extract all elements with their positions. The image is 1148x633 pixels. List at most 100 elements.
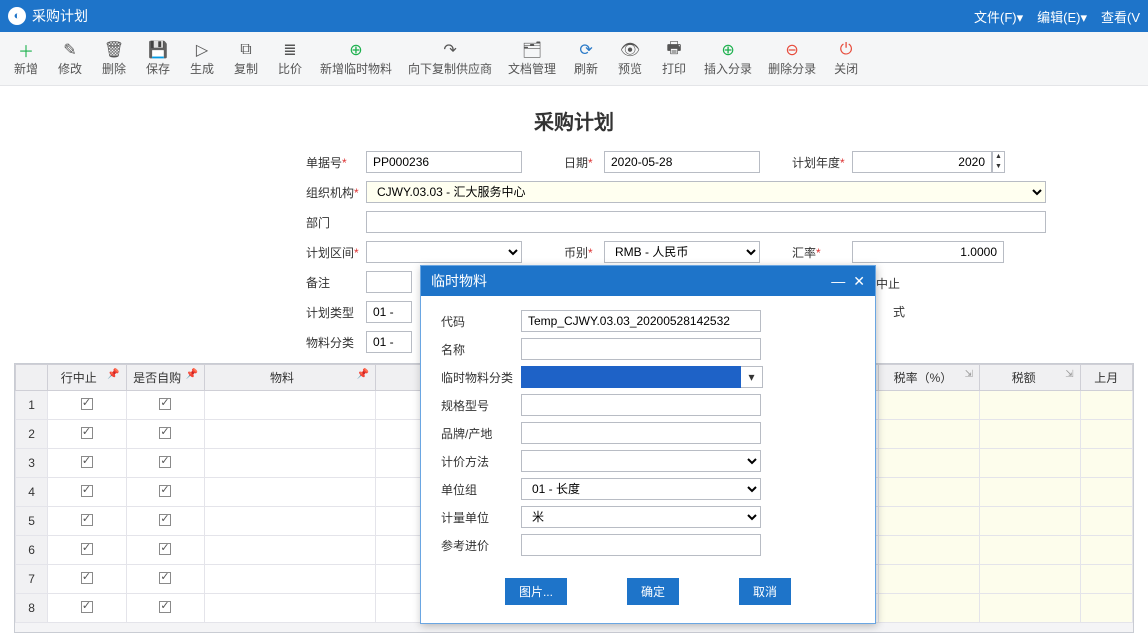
selfbuy-cell[interactable] <box>126 478 204 507</box>
col-material[interactable]: 物料📌 <box>205 365 376 391</box>
taxamt-cell[interactable] <box>979 507 1080 536</box>
col-lastmonth[interactable]: 上月 <box>1080 365 1132 391</box>
dropdown-icon[interactable]: ▾ <box>741 366 763 388</box>
doc-mgmt-button[interactable]: 🗂文档管理 <box>502 36 562 81</box>
generate-button[interactable]: ▷生成 <box>182 36 222 81</box>
copy-button[interactable]: ⧉复制 <box>226 36 266 81</box>
insert-row-button[interactable]: ⊕插入分录 <box>698 36 758 81</box>
taxamt-cell[interactable] <box>979 391 1080 420</box>
col-selfbuy[interactable]: 是否自购📌 <box>126 365 204 391</box>
refprice-input[interactable] <box>521 534 761 556</box>
menu-file[interactable]: 文件(F)▾ <box>974 7 1023 26</box>
matclass-input[interactable] <box>366 331 412 353</box>
selfbuy-cell[interactable] <box>126 391 204 420</box>
spec-input[interactable] <box>521 394 761 416</box>
lastmonth-cell[interactable] <box>1080 391 1132 420</box>
rate-input[interactable] <box>852 241 1004 263</box>
material-cell[interactable] <box>205 565 376 594</box>
rowstop-cell[interactable] <box>48 420 126 449</box>
taxamt-cell[interactable] <box>979 478 1080 507</box>
close-button[interactable]: ⏻关闭 <box>826 36 866 81</box>
code-input[interactable] <box>521 310 761 332</box>
modify-button[interactable]: ✎修改 <box>50 36 90 81</box>
valuation-select[interactable] <box>521 450 761 472</box>
rowstop-cell[interactable] <box>48 565 126 594</box>
dialog-title-bar[interactable]: 临时物料 — ✕ <box>421 266 875 296</box>
org-select[interactable]: CJWY.03.03 - 汇大服务中心 <box>366 181 1046 203</box>
lastmonth-cell[interactable] <box>1080 565 1132 594</box>
menu-view[interactable]: 查看(V <box>1101 7 1140 26</box>
delete-row-button[interactable]: ⊖删除分录 <box>762 36 822 81</box>
material-cell[interactable] <box>205 594 376 623</box>
unit-select[interactable]: 米 <box>521 506 761 528</box>
taxrate-cell[interactable] <box>879 420 980 449</box>
lastmonth-cell[interactable] <box>1080 507 1132 536</box>
selfbuy-cell[interactable] <box>126 536 204 565</box>
remark-input[interactable] <box>366 271 412 293</box>
material-cell[interactable] <box>205 478 376 507</box>
tempclass-input[interactable] <box>521 366 741 388</box>
col-taxrate[interactable]: 税率（%）⇲ <box>879 365 980 391</box>
selfbuy-cell[interactable] <box>126 420 204 449</box>
rowstop-cell[interactable] <box>48 478 126 507</box>
taxamt-cell[interactable] <box>979 536 1080 565</box>
lastmonth-cell[interactable] <box>1080 536 1132 565</box>
ok-button[interactable]: 确定 <box>627 578 679 605</box>
rowstop-cell[interactable] <box>48 449 126 478</box>
lastmonth-cell[interactable] <box>1080 478 1132 507</box>
selfbuy-cell[interactable] <box>126 449 204 478</box>
save-button[interactable]: 💾保存 <box>138 36 178 81</box>
taxrate-cell[interactable] <box>879 565 980 594</box>
menu-edit[interactable]: 编辑(E)▾ <box>1037 7 1087 26</box>
col-taxamt[interactable]: 税额⇲ <box>979 365 1080 391</box>
material-cell[interactable] <box>205 507 376 536</box>
planinterval-select[interactable] <box>366 241 522 263</box>
lastmonth-cell[interactable] <box>1080 594 1132 623</box>
taxrate-cell[interactable] <box>879 507 980 536</box>
planyear-input[interactable] <box>852 151 992 173</box>
selfbuy-cell[interactable] <box>126 507 204 536</box>
currency-select[interactable]: RMB - 人民币 <box>604 241 760 263</box>
cancel-button[interactable]: 取消 <box>739 578 791 605</box>
taxrate-cell[interactable] <box>879 594 980 623</box>
print-button[interactable]: 🖶打印 <box>654 36 694 81</box>
name-input[interactable] <box>521 338 761 360</box>
copy-supplier-down-button[interactable]: ↷向下复制供应商 <box>402 36 498 81</box>
compare-button[interactable]: ≣比价 <box>270 36 310 81</box>
plantype-input[interactable] <box>366 301 412 323</box>
date-input[interactable] <box>604 151 760 173</box>
unitgroup-select[interactable]: 01 - 长度 <box>521 478 761 500</box>
rowstop-cell[interactable] <box>48 536 126 565</box>
dept-input[interactable] <box>366 211 1046 233</box>
material-cell[interactable] <box>205 536 376 565</box>
image-button[interactable]: 图片... <box>505 578 567 605</box>
minimize-icon[interactable]: — <box>831 273 845 290</box>
add-temp-material-button[interactable]: ⊕新增临时物料 <box>314 36 398 81</box>
lastmonth-cell[interactable] <box>1080 420 1132 449</box>
rowstop-cell[interactable] <box>48 594 126 623</box>
docno-input[interactable] <box>366 151 522 173</box>
refresh-button[interactable]: ⟳刷新 <box>566 36 606 81</box>
taxrate-cell[interactable] <box>879 449 980 478</box>
material-cell[interactable] <box>205 420 376 449</box>
taxrate-cell[interactable] <box>879 536 980 565</box>
close-icon[interactable]: ✕ <box>853 273 865 290</box>
selfbuy-cell[interactable] <box>126 565 204 594</box>
taxamt-cell[interactable] <box>979 420 1080 449</box>
delete-button[interactable]: 🗑删除 <box>94 36 134 81</box>
taxrate-cell[interactable] <box>879 478 980 507</box>
taxamt-cell[interactable] <box>979 594 1080 623</box>
rowstop-cell[interactable] <box>48 391 126 420</box>
planyear-spinner[interactable]: ▲▼ <box>992 151 1005 173</box>
taxrate-cell[interactable] <box>879 391 980 420</box>
taxamt-cell[interactable] <box>979 565 1080 594</box>
lastmonth-cell[interactable] <box>1080 449 1132 478</box>
material-cell[interactable] <box>205 449 376 478</box>
brand-input[interactable] <box>521 422 761 444</box>
rowstop-cell[interactable] <box>48 507 126 536</box>
preview-button[interactable]: 👁预览 <box>610 36 650 81</box>
taxamt-cell[interactable] <box>979 449 1080 478</box>
add-button[interactable]: ＋新增 <box>6 36 46 81</box>
col-rowstop[interactable]: 行中止📌 <box>48 365 126 391</box>
selfbuy-cell[interactable] <box>126 594 204 623</box>
